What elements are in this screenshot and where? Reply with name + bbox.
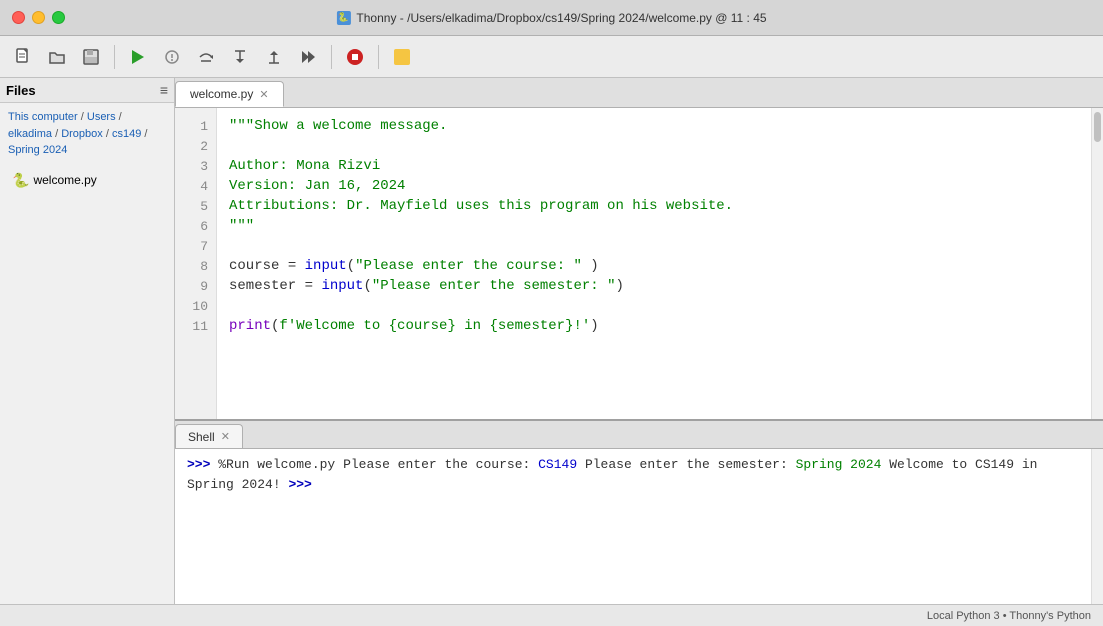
shell-scrollbar[interactable]: [1091, 449, 1103, 604]
editor-pane: welcome.py ✕ 1 2 3 4 5 6 7 8 9 10 11 """…: [175, 78, 1103, 604]
shell-content[interactable]: >>> %Run welcome.py Please enter the cou…: [175, 449, 1103, 604]
line-num-10: 10: [175, 296, 216, 316]
line-num-8: 8: [175, 256, 216, 276]
debug-button[interactable]: [157, 42, 187, 72]
line-num-3: 3: [175, 156, 216, 176]
statusbar-text: Local Python 3 • Thonny's Python: [927, 610, 1091, 622]
line-num-5: 5: [175, 196, 216, 216]
editor-scrollbar-thumb[interactable]: [1094, 112, 1101, 142]
tab-welcome-py[interactable]: welcome.py ✕: [175, 81, 284, 107]
line-num-1: 1: [175, 116, 216, 136]
sidebar: Files ≡ This computer / Users / elkadima…: [0, 78, 175, 604]
line-num-7: 7: [175, 236, 216, 256]
editor-scrollbar[interactable]: [1091, 108, 1103, 419]
shell-text[interactable]: >>> %Run welcome.py Please enter the cou…: [175, 449, 1091, 604]
line-num-2: 2: [175, 136, 216, 156]
new-button[interactable]: [8, 42, 38, 72]
file-item-welcome-py[interactable]: 🐍 welcome.py: [8, 169, 166, 192]
step-over-button[interactable]: [191, 42, 221, 72]
tab-shell[interactable]: Shell ✕: [175, 424, 243, 448]
step-into-button[interactable]: [225, 42, 255, 72]
line-num-6: 6: [175, 216, 216, 236]
titlebar: 🐍 Thonny - /Users/elkadima/Dropbox/cs149…: [0, 0, 1103, 36]
python-file-icon: 🐍: [12, 172, 29, 189]
main-content: Files ≡ This computer / Users / elkadima…: [0, 78, 1103, 604]
editor-area[interactable]: 1 2 3 4 5 6 7 8 9 10 11 """Show a welcom…: [175, 108, 1103, 419]
breadcrumb-dropbox[interactable]: Dropbox: [61, 128, 103, 140]
stop-button[interactable]: [340, 42, 370, 72]
app-icon: 🐍: [336, 11, 350, 25]
breadcrumb-users[interactable]: Users: [87, 111, 116, 123]
separator-3: [378, 45, 379, 69]
titlebar-center: 🐍 Thonny - /Users/elkadima/Dropbox/cs149…: [336, 11, 766, 25]
resume-button[interactable]: [293, 42, 323, 72]
sidebar-files: 🐍 welcome.py: [0, 165, 174, 605]
minimize-button[interactable]: [32, 11, 45, 24]
files-panel-header: Files ≡: [0, 78, 174, 103]
close-button[interactable]: [12, 11, 25, 24]
code-content[interactable]: """Show a welcome message. Author: Mona …: [217, 108, 1091, 419]
breadcrumb-spring2024[interactable]: Spring 2024: [8, 144, 67, 156]
separator-2: [331, 45, 332, 69]
fullscreen-button[interactable]: [52, 11, 65, 24]
editor-tab-bar: welcome.py ✕: [175, 78, 1103, 108]
breadcrumb-cs149[interactable]: cs149: [112, 128, 141, 140]
tab-label: welcome.py: [190, 87, 253, 101]
separator-1: [114, 45, 115, 69]
tab-close-icon[interactable]: ✕: [259, 88, 268, 101]
open-button[interactable]: [42, 42, 72, 72]
line-num-4: 4: [175, 176, 216, 196]
line-num-9: 9: [175, 276, 216, 296]
breadcrumb: This computer / Users / elkadima / Dropb…: [0, 103, 174, 165]
line-numbers: 1 2 3 4 5 6 7 8 9 10 11: [175, 108, 217, 419]
file-name: welcome.py: [33, 173, 96, 187]
flag-button[interactable]: [387, 42, 417, 72]
run-button[interactable]: [123, 42, 153, 72]
files-menu-icon[interactable]: ≡: [160, 82, 168, 98]
shell-area: Shell ✕ >>> %Run welcome.py Please enter…: [175, 419, 1103, 604]
shell-tab-bar: Shell ✕: [175, 421, 1103, 449]
save-button[interactable]: [76, 42, 106, 72]
statusbar: Local Python 3 • Thonny's Python: [0, 604, 1103, 626]
files-label: Files: [6, 83, 36, 98]
shell-tab-close-icon[interactable]: ✕: [221, 430, 230, 443]
breadcrumb-this-computer[interactable]: This computer: [8, 111, 78, 123]
line-num-11: 11: [175, 316, 216, 336]
traffic-lights: [12, 11, 65, 24]
shell-tab-label: Shell: [188, 430, 215, 444]
toolbar: [0, 36, 1103, 78]
window-title: Thonny - /Users/elkadima/Dropbox/cs149/S…: [356, 11, 766, 25]
breadcrumb-elkadima[interactable]: elkadima: [8, 128, 52, 140]
step-out-button[interactable]: [259, 42, 289, 72]
